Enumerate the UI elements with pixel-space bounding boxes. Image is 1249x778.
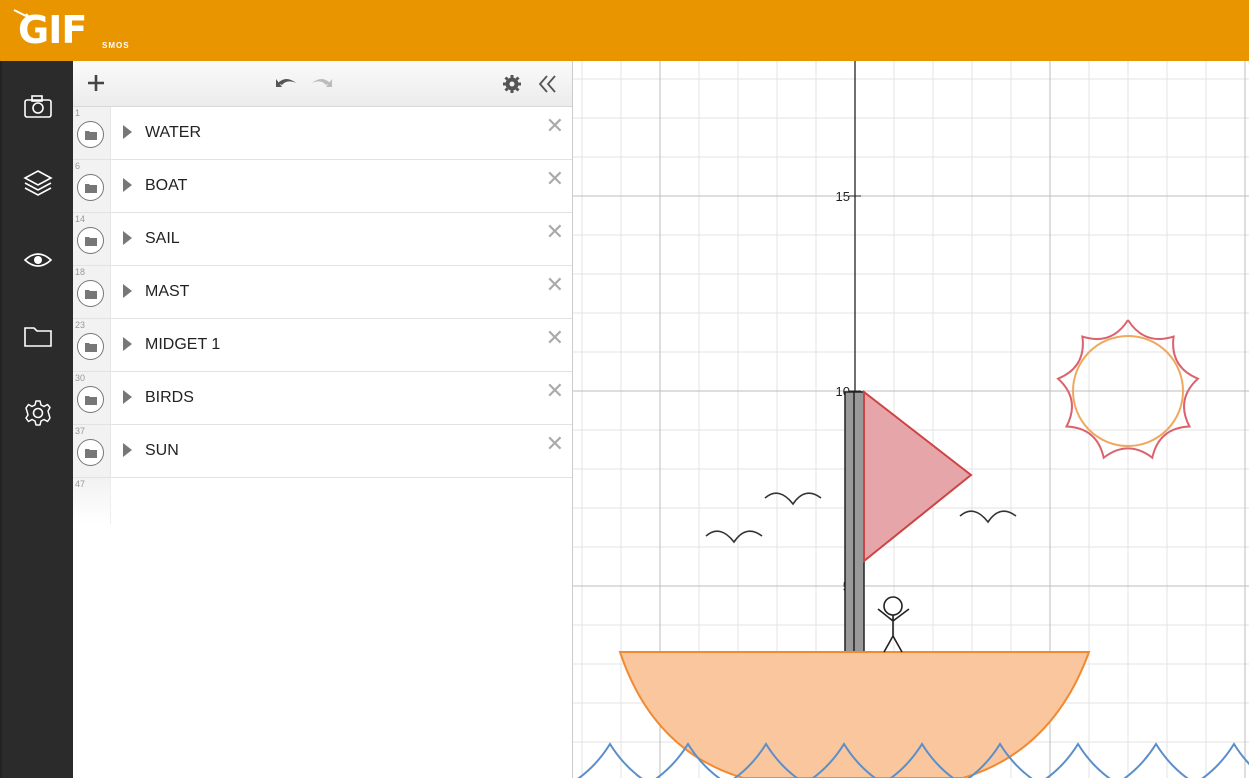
folder-toggle-icon[interactable] xyxy=(77,386,104,413)
row-gutter: 1 xyxy=(73,107,111,159)
row-index: 47 xyxy=(75,479,86,489)
folder-row[interactable]: 18 MAST ✕ xyxy=(73,266,572,319)
delete-icon[interactable]: ✕ xyxy=(546,115,564,137)
expand-caret-icon[interactable] xyxy=(123,337,132,351)
row-index: 18 xyxy=(75,267,86,277)
logo-spark-icon xyxy=(13,9,32,21)
logo-subtext: SMOS xyxy=(102,41,130,50)
folder-row[interactable]: 6 BOAT ✕ xyxy=(73,160,572,213)
undo-icon[interactable] xyxy=(273,72,299,94)
folder-row[interactable]: 23 MIDGET 1 ✕ xyxy=(73,319,572,372)
folder-title[interactable]: MAST xyxy=(145,283,189,301)
folder-row[interactable]: 14 SAIL ✕ xyxy=(73,213,572,266)
folder-toggle-icon[interactable] xyxy=(77,280,104,307)
folder-title[interactable]: SAIL xyxy=(145,230,180,248)
y-tick-label: 15 xyxy=(836,189,850,204)
expand-caret-icon[interactable] xyxy=(123,443,132,457)
folder-toggle-icon[interactable] xyxy=(77,333,104,360)
folder-row[interactable]: 37 SUN ✕ xyxy=(73,425,572,478)
folder-title[interactable]: BOAT xyxy=(145,177,187,195)
eye-icon[interactable] xyxy=(20,242,56,278)
row-index: 30 xyxy=(75,373,86,383)
delete-icon[interactable]: ✕ xyxy=(546,327,564,349)
expand-caret-icon[interactable] xyxy=(123,284,132,298)
empty-expression-row[interactable]: 47 xyxy=(73,478,572,524)
expand-caret-icon[interactable] xyxy=(123,231,132,245)
bird xyxy=(764,492,822,506)
folder-title[interactable]: MIDGET 1 xyxy=(145,336,220,354)
double-chevron-left-icon[interactable] xyxy=(537,73,559,95)
row-index: 23 xyxy=(75,320,86,330)
folder-toggle-icon[interactable] xyxy=(77,227,104,254)
delete-icon[interactable]: ✕ xyxy=(546,274,564,296)
row-index: 14 xyxy=(75,214,86,224)
expand-caret-icon[interactable] xyxy=(123,125,132,139)
folder-title[interactable]: SUN xyxy=(145,442,179,460)
row-gutter: 37 xyxy=(73,425,111,477)
delete-icon[interactable]: ✕ xyxy=(546,433,564,455)
side-nav xyxy=(0,61,75,778)
bird xyxy=(959,510,1017,524)
logo: GIF SMOS xyxy=(13,8,129,52)
stick-figure-head xyxy=(883,596,903,616)
panel-toolbar xyxy=(73,61,572,107)
row-index: 37 xyxy=(75,426,86,436)
row-index: 1 xyxy=(75,108,81,118)
graph-canvas[interactable]: 15105 xyxy=(573,61,1249,778)
sail xyxy=(863,389,973,564)
delete-icon[interactable]: ✕ xyxy=(546,168,564,190)
expand-caret-icon[interactable] xyxy=(123,178,132,192)
row-gutter: 23 xyxy=(73,319,111,371)
redo-icon[interactable] xyxy=(309,72,335,94)
row-gutter: 18 xyxy=(73,266,111,318)
folder-toggle-icon[interactable] xyxy=(77,439,104,466)
settings-gear-icon[interactable] xyxy=(501,73,523,95)
row-gutter: 6 xyxy=(73,160,111,212)
row-index: 6 xyxy=(75,161,81,171)
folder-toggle-icon[interactable] xyxy=(77,121,104,148)
folder-row[interactable]: 30 BIRDS ✕ xyxy=(73,372,572,425)
folder-toggle-icon[interactable] xyxy=(77,174,104,201)
row-gutter: 30 xyxy=(73,372,111,424)
delete-icon[interactable]: ✕ xyxy=(546,380,564,402)
layers-icon[interactable] xyxy=(20,165,56,201)
folder-title[interactable]: WATER xyxy=(145,124,201,142)
plus-icon[interactable] xyxy=(83,70,109,96)
gear-icon[interactable] xyxy=(20,395,56,431)
delete-icon[interactable]: ✕ xyxy=(546,221,564,243)
folder-list: 1 WATER ✕ 6 BOAT ✕ 14 SAIL ✕ 18 MAST ✕ 23 MIDGET 1 ✕ 30… xyxy=(73,107,572,524)
top-bar: GIF SMOS xyxy=(0,0,1249,61)
expression-panel: 1 WATER ✕ 6 BOAT ✕ 14 SAIL ✕ 18 MAST ✕ 23 MIDGET 1 ✕ 30… xyxy=(73,61,573,778)
folder-row[interactable]: 1 WATER ✕ xyxy=(73,107,572,160)
folder-title[interactable]: BIRDS xyxy=(145,389,194,407)
bird xyxy=(705,530,763,544)
expand-caret-icon[interactable] xyxy=(123,390,132,404)
row-gutter: 47 xyxy=(73,478,111,524)
folder-icon[interactable] xyxy=(20,319,56,355)
camera-icon[interactable] xyxy=(20,89,56,125)
row-gutter: 14 xyxy=(73,213,111,265)
